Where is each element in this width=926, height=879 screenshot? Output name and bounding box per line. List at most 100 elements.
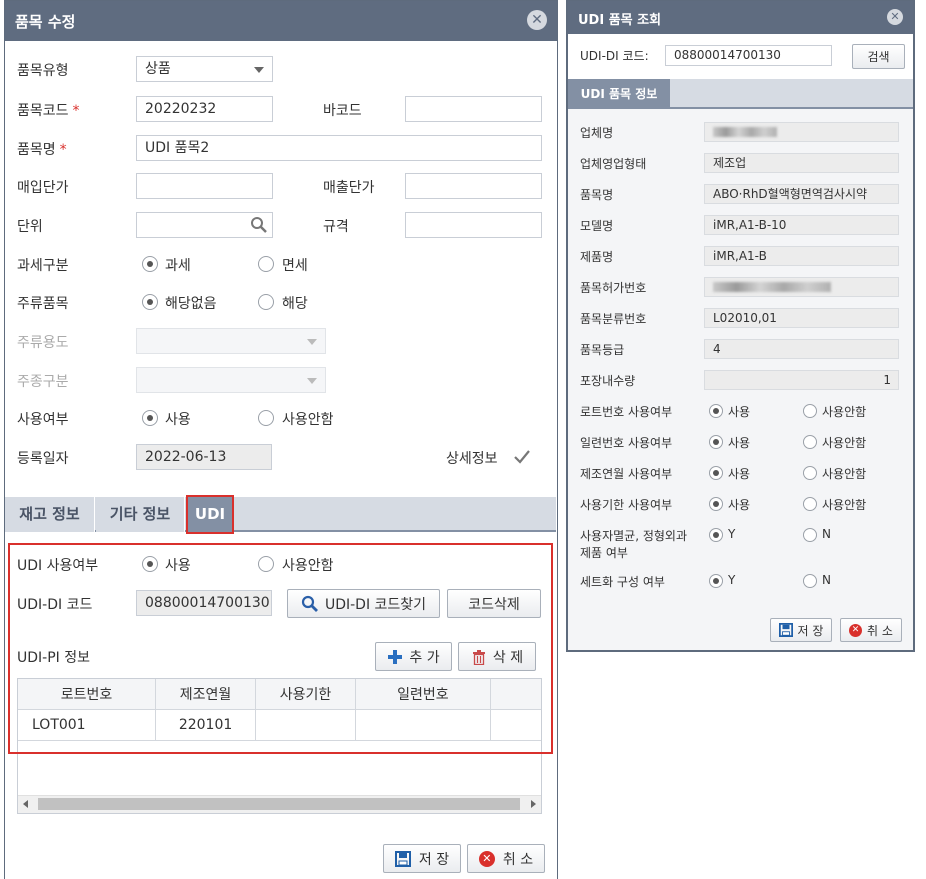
reg-date-label: 등록일자: [17, 451, 69, 467]
item-name-label-text: 품목명: [17, 142, 56, 158]
tab-udi-item-info[interactable]: UDI 품목 정보: [568, 79, 670, 109]
mfg-date-cell[interactable]: 220101: [154, 709, 257, 741]
spec-input[interactable]: [405, 212, 542, 238]
liquor-label: 주류품목: [17, 296, 69, 312]
use-radio-yes[interactable]: [142, 410, 158, 426]
table-row[interactable]: LOT001 220101: [18, 709, 541, 741]
package-quantity-value: 1: [704, 370, 899, 390]
tax-radio-taxable-label: 과세: [165, 258, 191, 274]
udi-save-button[interactable]: 저 장: [770, 618, 832, 642]
redacted-blur: [713, 127, 777, 137]
expiry-use-radio-no-label: 사용안함: [822, 498, 867, 512]
item-type-value: 상품: [145, 61, 171, 77]
liquor-kind-select[interactable]: [136, 367, 326, 393]
tax-radio-taxable[interactable]: [142, 256, 158, 272]
use-radio-no[interactable]: [258, 410, 274, 426]
sterile-ortho-label-line1: 사용자멸균, 정형외과: [580, 529, 687, 543]
liquor-radio-none[interactable]: [142, 294, 158, 310]
grade-value: 4: [704, 339, 899, 359]
udi-code-delete-button[interactable]: 코드삭제: [447, 589, 541, 618]
permit-number-label: 품목허가번호: [580, 281, 647, 295]
set-composition-radio-yes-label: Y: [728, 573, 736, 587]
mfg-date-use-radio-yes-label: 사용: [728, 467, 751, 481]
chevron-down-icon: [307, 339, 317, 345]
required-mark: *: [72, 103, 80, 119]
sterile-ortho-radio-yes[interactable]: [709, 528, 723, 542]
expiry-use-radio-yes[interactable]: [709, 497, 723, 511]
column-header[interactable]: 제조연월: [154, 679, 257, 710]
udi-use-radio-yes[interactable]: [142, 556, 158, 572]
lot-use-radio-yes[interactable]: [709, 404, 723, 418]
liquor-radio-none-label: 해당없음: [165, 296, 217, 312]
udi-cancel-button[interactable]: ✕ 취 소: [840, 618, 902, 642]
dialog-title: UDI 품목 조회: [578, 13, 662, 28]
item-name-input[interactable]: UDI 품목2: [136, 135, 542, 161]
expiry-use-label: 사용기한 사용여부: [580, 498, 673, 512]
scrollbar-thumb[interactable]: [38, 798, 520, 810]
udi-use-radio-no[interactable]: [258, 556, 274, 572]
extra-cell[interactable]: [489, 709, 541, 741]
tab-udi[interactable]: UDI: [186, 495, 234, 534]
buy-price-input[interactable]: [136, 173, 273, 199]
close-icon[interactable]: ✕: [527, 10, 547, 30]
scroll-right-icon[interactable]: [531, 800, 536, 808]
column-header[interactable]: [489, 679, 541, 710]
mfg-date-use-radio-yes[interactable]: [709, 466, 723, 480]
cancel-button[interactable]: ✕ 취 소: [467, 844, 545, 873]
classification-number-value: L02010,01: [704, 308, 899, 328]
serial-use-radio-yes[interactable]: [709, 435, 723, 449]
checkmark-icon[interactable]: [513, 448, 531, 466]
expiry-cell[interactable]: [255, 709, 356, 741]
liquor-radio-yes[interactable]: [258, 294, 274, 310]
use-radio-no-label: 사용안함: [282, 412, 334, 428]
plus-icon: [388, 649, 403, 664]
horizontal-scrollbar[interactable]: [18, 795, 541, 813]
close-icon[interactable]: ✕: [887, 9, 903, 25]
column-header[interactable]: 사용기한: [255, 679, 356, 710]
search-button[interactable]: 검색: [852, 44, 905, 69]
serial-cell[interactable]: [354, 709, 491, 741]
set-composition-radio-no[interactable]: [803, 574, 817, 588]
serial-use-radio-no[interactable]: [803, 435, 817, 449]
tax-radio-exempt[interactable]: [258, 256, 274, 272]
liquor-use-select[interactable]: [136, 328, 326, 354]
tab-other-info[interactable]: 기타 정보: [96, 497, 185, 532]
lot-number-cell[interactable]: LOT001: [18, 709, 156, 741]
udi-di-search-input[interactable]: 08800014700130: [665, 45, 832, 66]
udi-pi-label: UDI-PI 정보: [17, 650, 90, 666]
udi-di-find-button[interactable]: UDI-DI 코드찾기: [287, 589, 440, 618]
add-button[interactable]: 추 가: [375, 642, 452, 671]
save-button[interactable]: 저 장: [383, 844, 461, 873]
unit-input[interactable]: [136, 212, 273, 238]
unit-label: 단위: [17, 219, 43, 235]
tab-stock-info[interactable]: 재고 정보: [5, 497, 95, 532]
item-type-select[interactable]: 상품: [136, 56, 273, 82]
expiry-use-radio-no[interactable]: [803, 497, 817, 511]
mfg-date-use-radio-no[interactable]: [803, 466, 817, 480]
goods-name-label: 제품명: [580, 250, 614, 264]
lot-use-radio-no-label: 사용안함: [822, 405, 867, 419]
model-name-value: iMR,A1-B-10: [704, 215, 899, 235]
sterile-ortho-radio-no[interactable]: [803, 528, 817, 542]
tax-label: 과세구분: [17, 258, 69, 274]
scroll-left-icon[interactable]: [23, 800, 28, 808]
udi-code-delete-label: 코드삭제: [468, 596, 520, 613]
set-composition-radio-yes[interactable]: [709, 574, 723, 588]
set-composition-radio-no-label: N: [822, 573, 831, 587]
search-icon[interactable]: [250, 216, 268, 234]
lot-use-radio-no[interactable]: [803, 404, 817, 418]
add-button-label: 추 가: [409, 649, 440, 666]
cancel-button-label: 취 소: [502, 851, 534, 868]
product-name-value: ABO·RhD혈액형면역검사시약: [704, 184, 899, 204]
delete-button[interactable]: 삭 제: [458, 642, 536, 671]
column-header[interactable]: 일련번호: [354, 679, 491, 710]
item-type-label: 품목유형: [17, 63, 69, 79]
barcode-input[interactable]: [405, 96, 542, 122]
company-name-label: 업체명: [580, 126, 614, 140]
sterile-ortho-radio-yes-label: Y: [728, 527, 736, 541]
udi-pi-table: 로트번호 제조연월 사용기한 일련번호 LOT001 220101: [18, 679, 541, 741]
column-header[interactable]: 로트번호: [18, 679, 156, 710]
floppy-disk-icon: [394, 850, 411, 867]
item-code-input[interactable]: 20220232: [136, 96, 273, 122]
sell-price-input[interactable]: [405, 173, 542, 199]
